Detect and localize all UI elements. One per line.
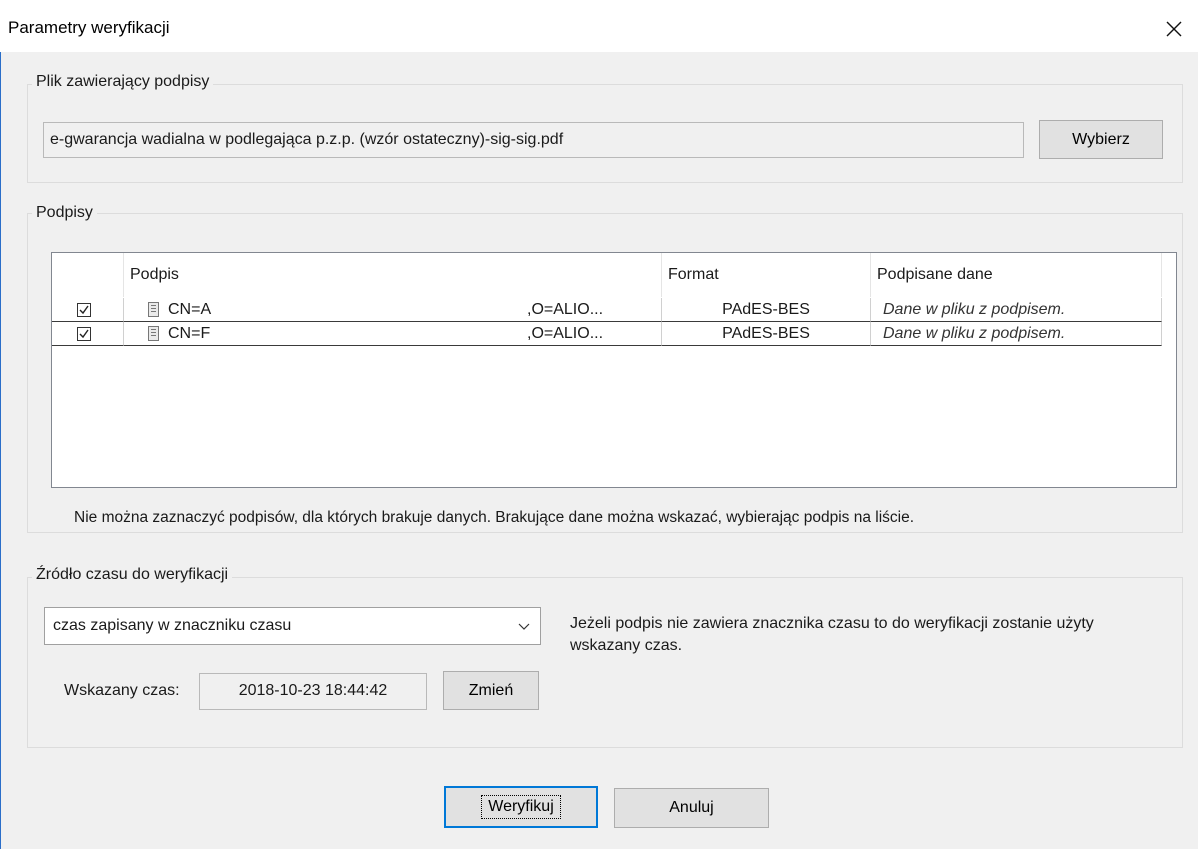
column-header-podpisane-dane[interactable]: Podpisane dane bbox=[871, 253, 1162, 297]
browse-button-label: Wybierz bbox=[1072, 130, 1130, 148]
window-edge bbox=[0, 0, 1, 849]
cancel-button-label: Anuluj bbox=[669, 799, 714, 816]
time-source-select[interactable]: czas zapisany w znaczniku czasu bbox=[44, 607, 541, 645]
close-button[interactable] bbox=[1154, 12, 1194, 46]
column-header-format[interactable]: Format bbox=[662, 253, 871, 297]
signatures-list[interactable]: Podpis Format Podpisane dane CN=A ,O=ALI… bbox=[51, 252, 1177, 488]
signature-subject: CN=A bbox=[168, 301, 212, 318]
time-source-group bbox=[27, 577, 1183, 748]
window-title: Parametry weryfikacji bbox=[8, 18, 170, 37]
signatures-group-legend: Podpisy bbox=[32, 204, 97, 222]
list-item[interactable]: CN=A ,O=ALIO... PAdES-BES Dane w pliku z… bbox=[52, 298, 1162, 322]
signature-subject-org: ,O=ALIO... bbox=[527, 301, 604, 318]
time-source-info-1: Jeżeli podpis nie zawiera znacznika czas… bbox=[570, 615, 1094, 654]
change-time-label: Zmień bbox=[468, 681, 514, 699]
browse-button[interactable]: Wybierz bbox=[1039, 120, 1163, 159]
list-item[interactable]: CN=F ,O=ALIO... PAdES-BES Dane w pliku z… bbox=[52, 322, 1162, 346]
change-time-button[interactable]: Zmień bbox=[443, 671, 539, 710]
row-checkbox[interactable] bbox=[77, 303, 91, 317]
verify-button[interactable]: Weryfikuj bbox=[444, 786, 598, 828]
close-icon bbox=[1166, 21, 1182, 37]
time-label: Wskazany czas: bbox=[64, 682, 180, 699]
checkmark-icon bbox=[79, 329, 89, 339]
file-path-field[interactable]: e-gwarancja wadialna w podlegająca p.z.p… bbox=[43, 122, 1024, 158]
column-header-podpis[interactable]: Podpis bbox=[124, 253, 662, 297]
column-header-check[interactable] bbox=[52, 253, 124, 297]
cancel-button[interactable]: Anuluj bbox=[614, 788, 769, 828]
chevron-down-icon bbox=[518, 623, 530, 630]
certificate-icon bbox=[148, 302, 159, 317]
signature-subject: CN=F bbox=[168, 325, 211, 342]
verify-button-label: Weryfikuj bbox=[481, 795, 561, 819]
time-source-selected: czas zapisany w znaczniku czasu bbox=[53, 617, 292, 634]
row-checkbox[interactable] bbox=[77, 327, 91, 341]
signatures-note: Nie można zaznaczyć podpisów, dla któryc… bbox=[74, 509, 915, 526]
checkmark-icon bbox=[79, 305, 89, 315]
signature-subject-org: ,O=ALIO... bbox=[527, 325, 604, 342]
signed-data: Dane w pliku z podpisem. bbox=[871, 298, 1162, 322]
file-group-legend: Plik zawierający podpisy bbox=[32, 73, 214, 91]
signature-format: PAdES-BES bbox=[662, 322, 871, 346]
time-value-field[interactable]: 2018-10-23 18:44:42 bbox=[199, 673, 427, 710]
list-header: Podpis Format Podpisane dane bbox=[52, 253, 1176, 297]
certificate-icon bbox=[148, 326, 159, 341]
signed-data: Dane w pliku z podpisem. bbox=[871, 322, 1162, 346]
title-bar: Parametry weryfikacji bbox=[0, 0, 1198, 52]
signature-format: PAdES-BES bbox=[662, 298, 871, 322]
time-source-legend: Źródło czasu do weryfikacji bbox=[32, 566, 233, 584]
